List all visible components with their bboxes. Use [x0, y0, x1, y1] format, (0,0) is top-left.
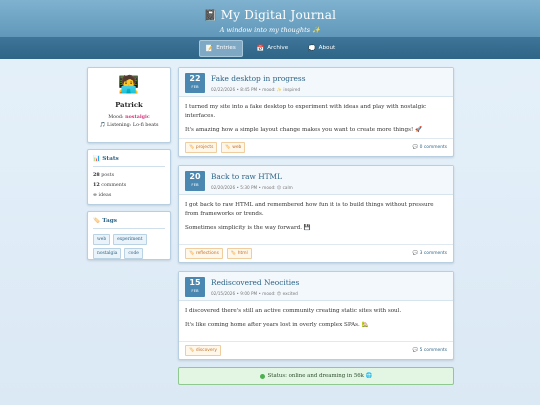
mood-label: Mood:	[108, 115, 124, 120]
profile-name: Patrick	[115, 101, 143, 109]
entry-meta: 02/15/2026 • 9:00 PM • mood: 😍 excited	[211, 291, 298, 296]
entry-paragraph: I turned my site into a fake desktop to …	[185, 104, 427, 119]
comments-link[interactable]: 💬 0 comments	[413, 145, 447, 150]
entry-paragraph: It's like coming home after years lost i…	[185, 322, 369, 328]
stat-posts-value: 28	[93, 172, 100, 178]
nav-archive-label: Archive	[267, 45, 289, 51]
stats-box: 📊 Stats 28 posts 12 comments ∞ ideas	[87, 149, 171, 205]
comments-link[interactable]: 💬 5 comments	[413, 348, 447, 353]
entry-tag[interactable]: 🏷️ web	[221, 142, 246, 153]
profile-listening: 🎵 Listening: Lo-fi beats	[99, 123, 159, 128]
entry-meta: 02/22/2026 • 8:45 PM • mood: ✨ inspired	[211, 87, 301, 92]
entry-meta: 02/20/2026 • 5:30 PM • mood: 😌 calm	[211, 185, 293, 190]
entry-footer: 🏷️ reflections 🏷️ html 💬 3 comments	[179, 244, 453, 262]
entry-title[interactable]: Back to raw HTML	[211, 172, 282, 181]
nav-entries-label: Entries	[216, 45, 236, 51]
stat-comments-value: 12	[93, 182, 100, 188]
stat-ideas-value: ∞	[93, 192, 97, 198]
date-badge: 22 FEB	[185, 73, 205, 93]
stat-comments-label: comments	[101, 183, 127, 188]
mood-value: nostalgic	[125, 114, 150, 120]
entry-title[interactable]: Fake desktop in progress	[211, 74, 306, 83]
entry-tag[interactable]: 🏷️ projects	[185, 142, 218, 153]
date-day: 15	[189, 278, 201, 287]
date-month: FEB	[191, 182, 199, 187]
nav-entries[interactable]: 📝 Entries	[198, 39, 243, 57]
entry-paragraph: I discovered there's still an active com…	[185, 308, 402, 314]
entry-tag[interactable]: 🏷️ html	[226, 248, 252, 259]
nav-about-label: About	[318, 45, 336, 51]
entry-body: I turned my site into a fake desktop to …	[179, 97, 453, 135]
site-title: 📓 My Digital Journal	[0, 8, 540, 22]
nav-archive[interactable]: 📅 Archive	[251, 41, 294, 56]
entry-card: 15 FEB Rediscovered Neocities 02/15/2026…	[178, 271, 454, 360]
entry-title[interactable]: Rediscovered Neocities	[211, 278, 299, 287]
entry-footer: 🏷️ projects 🏷️ web 💬 0 comments	[179, 138, 453, 156]
profile-card: 🧑‍💻 Patrick Mood: nostalgic 🎵 Listening:…	[87, 67, 171, 143]
avatar: 🧑‍💻	[118, 75, 140, 95]
main-nav: 📝 Entries 📅 Archive 💭 About	[0, 37, 540, 59]
site-tagline: A window into my thoughts ✨	[219, 26, 321, 34]
entry-body: I discovered there's still an active com…	[179, 301, 453, 330]
tag-experiment[interactable]: experiment	[113, 234, 147, 245]
tags-box: 🏷️ Tags web experiment nostalgia code	[87, 211, 171, 260]
site-title-text: My Digital Journal	[220, 8, 337, 22]
status-bar: Status: online and dreaming in 56k 🌐	[178, 367, 454, 385]
entry-header: 20 FEB Back to raw HTML 02/20/2026 • 5:3…	[179, 166, 453, 195]
entry-tag[interactable]: 🏷️ reflections	[185, 248, 223, 259]
date-day: 20	[189, 172, 201, 181]
notebook-icon: 📓	[203, 9, 218, 22]
entry-header: 15 FEB Rediscovered Neocities 02/15/2026…	[179, 272, 453, 301]
online-dot-icon	[259, 373, 265, 379]
tag-cloud: web experiment nostalgia code	[93, 234, 165, 259]
entry-paragraph: It's amazing how a simple layout change …	[185, 127, 422, 133]
entry-body: I got back to raw HTML and remembered ho…	[179, 195, 453, 233]
memo-icon: 📝	[205, 44, 214, 52]
entry-footer: 🏷️ discovery 💬 5 comments	[179, 341, 453, 359]
status-text: Status: online and dreaming in 56k 🌐	[267, 373, 373, 379]
calendar-icon: 📅	[256, 44, 265, 52]
nav-about[interactable]: 💭 About	[302, 41, 341, 56]
profile-mood: Mood: nostalgic	[88, 114, 170, 120]
comments-link[interactable]: 💬 3 comments	[413, 251, 447, 256]
tag-nostalgia[interactable]: nostalgia	[93, 248, 122, 259]
stat-comments: 12 comments	[93, 182, 165, 188]
stat-posts: 28 posts	[93, 172, 165, 178]
tag-web[interactable]: web	[93, 234, 111, 245]
entry-card: 22 FEB Fake desktop in progress 02/22/20…	[178, 67, 454, 157]
tags-title: 🏷️ Tags	[93, 218, 165, 229]
stat-ideas: ∞ ideas	[93, 192, 165, 198]
entries-list: 22 FEB Fake desktop in progress 02/22/20…	[178, 67, 454, 368]
thought-bubble-icon: 💭	[308, 44, 316, 52]
site-header: 📓 My Digital Journal A window into my tho…	[0, 0, 540, 59]
date-month: FEB	[191, 288, 199, 293]
entry-header: 22 FEB Fake desktop in progress 02/22/20…	[179, 68, 453, 97]
entry-card: 20 FEB Back to raw HTML 02/20/2026 • 5:3…	[178, 165, 454, 263]
entry-paragraph: I got back to raw HTML and remembered ho…	[185, 202, 434, 217]
date-day: 22	[189, 74, 201, 83]
entry-tag[interactable]: 🏷️ discovery	[185, 345, 221, 356]
date-month: FEB	[191, 84, 199, 89]
date-badge: 20 FEB	[185, 171, 205, 191]
entry-paragraph: Sometimes simplicity is the way forward.…	[185, 225, 311, 231]
stats-title: 📊 Stats	[93, 156, 165, 167]
tag-code[interactable]: code	[124, 248, 143, 259]
stat-ideas-label: ideas	[98, 193, 112, 198]
stat-posts-label: posts	[101, 173, 115, 178]
date-badge: 15 FEB	[185, 277, 205, 297]
sidebar: 🧑‍💻 Patrick Mood: nostalgic 🎵 Listening:…	[87, 67, 171, 266]
